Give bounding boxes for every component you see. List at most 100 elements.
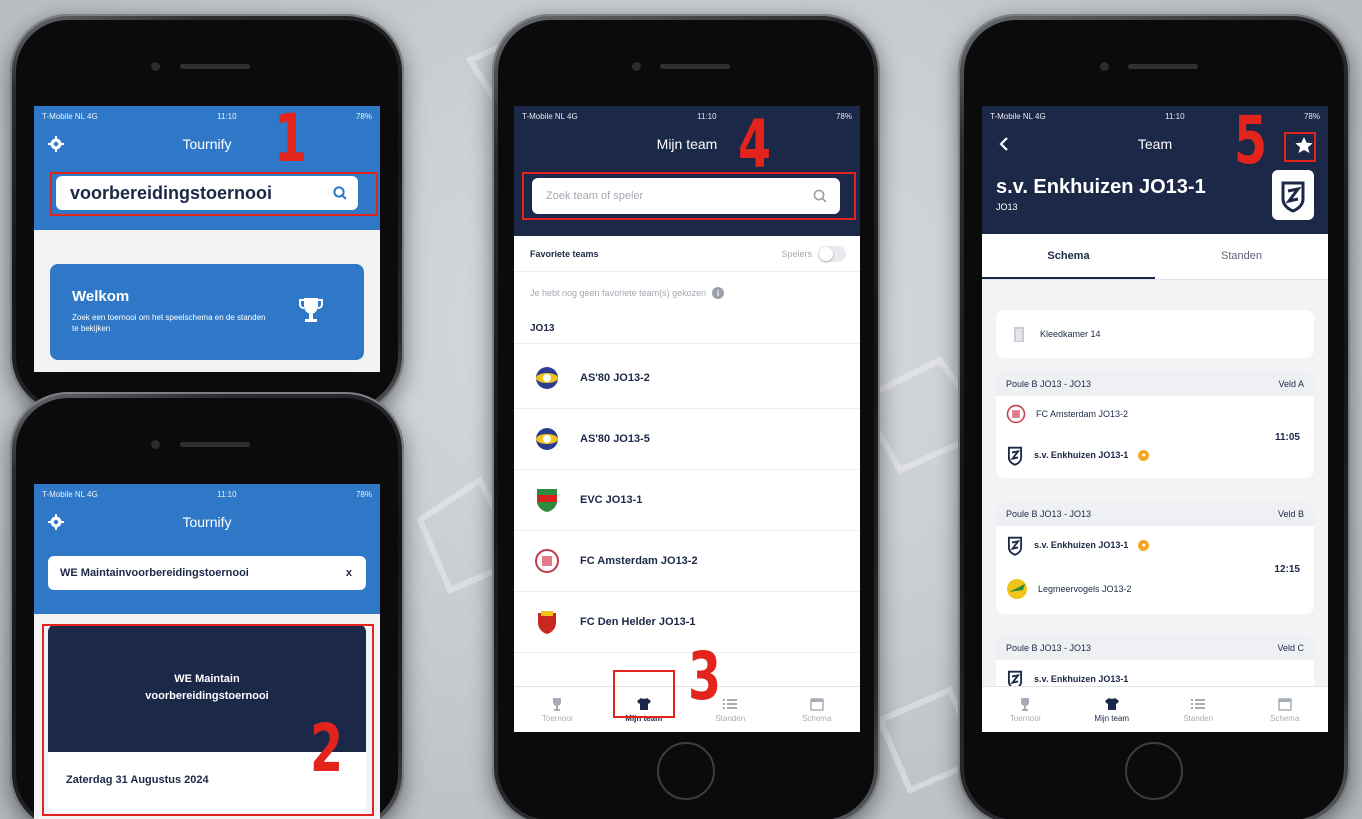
trophy-icon (299, 298, 323, 322)
team-name: AS'80 JO13-2 (580, 372, 650, 384)
home-button[interactable] (657, 742, 715, 800)
home-team: s.v. Enkhuizen JO13-1 (1034, 674, 1129, 684)
team-name: AS'80 JO13-5 (580, 433, 650, 445)
tab-label: Schema (802, 713, 832, 723)
club-logo (1272, 170, 1314, 220)
list-item[interactable]: AS'80 JO13-2 (514, 348, 860, 409)
trophy-icon (553, 697, 562, 711)
phone-search: T-Mobile NL 4G 11:10 78% Tournify voorbe… (10, 14, 404, 414)
screen-title: Team (1137, 136, 1173, 152)
home-team: FC Amsterdam JO13-2 (1036, 409, 1129, 419)
tab-schema[interactable]: Schema (774, 687, 861, 732)
home-team: s.v. Enkhuizen JO13-1 (1034, 540, 1129, 550)
team-subtitle: JO13 (996, 202, 1018, 212)
step-number-2: 2 (310, 710, 344, 787)
status-bar: T-Mobile NL 4G 11:10 78% (34, 484, 380, 504)
enkhuizen-logo-icon (1007, 536, 1023, 556)
carrier-label: T-Mobile NL 4G (990, 111, 1046, 121)
tab-standen[interactable]: Standen (1155, 687, 1242, 732)
battery-label: 78% (355, 111, 372, 121)
app-title: Tournify (182, 136, 232, 152)
favorites-label: Favoriete teams (530, 248, 599, 259)
back-chevron-icon[interactable] (996, 136, 1012, 152)
gear-icon[interactable] (48, 514, 64, 530)
team-name: EVC JO13-1 (580, 494, 643, 506)
welcome-title: Welkom (72, 288, 130, 305)
locker-label: Kleedkamer 14 (1040, 329, 1101, 339)
tab-label: Standen (1183, 713, 1214, 723)
time-label: 11:10 (1165, 111, 1185, 121)
list-item[interactable]: AS'80 JO13-5 (514, 409, 860, 470)
carrier-label: T-Mobile NL 4G (42, 489, 98, 499)
carrier-label: T-Mobile NL 4G (522, 111, 578, 121)
fc-den-helder-logo-icon (532, 607, 562, 637)
highlight-search (522, 172, 856, 220)
team-list: AS'80 JO13-2 AS'80 JO13-5 EVC JO13-1 FC … (514, 344, 860, 653)
players-toggle[interactable] (818, 245, 846, 262)
welcome-card[interactable]: Welkom Zoek een toernooi om het speelsch… (50, 264, 364, 360)
poule-label: Poule B JO13 - JO13 (1006, 379, 1092, 389)
tab-label: Toernooi (1009, 713, 1041, 723)
fc-amsterdam-logo-icon (1006, 404, 1026, 424)
step-number-1: 1 (274, 100, 308, 177)
group-header: JO13 (514, 314, 860, 344)
time-label: 11:10 (217, 111, 237, 121)
battery-label: 78% (835, 111, 852, 121)
tab-standen[interactable]: Standen (1155, 234, 1328, 279)
phone-team-detail: T-Mobile NL 4G 11:10 78% Team s.v. Enkhu… (958, 14, 1350, 819)
step-number-5: 5 (1234, 102, 1268, 179)
match-card[interactable]: Poule B JO13 - JO13 Veld B s.v. Enkhuizen… (996, 502, 1314, 614)
battery-label: 78% (1303, 111, 1320, 121)
time-label: 11:10 (697, 111, 717, 121)
gear-icon[interactable] (48, 136, 64, 152)
home-button[interactable] (1125, 742, 1183, 800)
tab-bar: Toernooi Mijn team Standen Schema (514, 686, 860, 732)
tab-toernooi[interactable]: Toernooi (514, 687, 601, 732)
tab-schema[interactable]: Schema (982, 234, 1155, 279)
info-icon[interactable]: i (712, 287, 725, 299)
clear-search-button[interactable]: x (346, 567, 352, 579)
list-item[interactable]: EVC JO13-1 (514, 470, 860, 531)
match-time: 12:15 (1274, 564, 1300, 575)
status-bar: T-Mobile NL 4G 11:10 78% (34, 106, 380, 126)
field-label: Veld A (1278, 379, 1304, 389)
locker-card: Kleedkamer 14 (996, 310, 1314, 358)
evc-logo-icon (532, 485, 562, 515)
list-item[interactable]: FC Amsterdam JO13-2 (514, 531, 860, 592)
fc-amsterdam-logo-icon (532, 546, 562, 576)
phone-my-team: T-Mobile NL 4G 11:10 78% Mijn team Zoek … (492, 14, 880, 819)
tab-schema-bottom[interactable]: Schema (1242, 687, 1329, 732)
phone-tournament: T-Mobile NL 4G 11:10 78% Tournify WE Mai… (10, 392, 404, 819)
tab-label: Toernooi (541, 713, 573, 723)
time-label: 11:10 (217, 489, 237, 499)
step-number-3: 3 (688, 638, 722, 715)
tab-mijn-team[interactable]: Mijn team (1069, 687, 1156, 732)
battery-label: 78% (355, 489, 372, 499)
as80-logo-icon (532, 424, 562, 454)
welcome-text: Zoek een toernooi om het speelschema en … (72, 313, 266, 333)
tab-toernooi[interactable]: Toernooi (982, 687, 1069, 732)
search-value: WE Maintainvoorbereidingstoernooi (60, 567, 249, 579)
list-item[interactable]: FC Den Helder JO13-1 (514, 592, 860, 653)
tab-bar: Toernooi Mijn team Standen Schema (982, 686, 1328, 732)
players-label: Spelers (781, 248, 812, 259)
step-number-4: 4 (738, 106, 772, 183)
match-card[interactable]: Poule B JO13 - JO13 Veld A FC Amsterdam J… (996, 372, 1314, 478)
team-name: FC Den Helder JO13-1 (580, 616, 696, 628)
calendar-icon (1278, 697, 1292, 711)
list-icon (723, 698, 738, 709)
door-icon (1014, 327, 1024, 342)
field-label: Veld B (1277, 509, 1304, 519)
match-time: 11:05 (1274, 432, 1300, 443)
away-team: Legmeervogels JO13-2 (1038, 584, 1132, 594)
legmeervogels-logo-icon (1007, 579, 1027, 599)
calendar-icon (810, 697, 824, 711)
away-team: s.v. Enkhuizen JO13-1 (1034, 450, 1129, 460)
screen-title: Mijn team (656, 136, 718, 152)
highlight-my-team-tab (613, 670, 675, 718)
app-title: Tournify (182, 514, 232, 530)
search-input[interactable]: WE Maintainvoorbereidingstoernooi x (48, 556, 366, 590)
poule-label: Poule B JO13 - JO13 (1006, 509, 1092, 519)
as80-logo-icon (532, 363, 562, 393)
status-bar: T-Mobile NL 4G 11:10 78% (982, 106, 1328, 126)
